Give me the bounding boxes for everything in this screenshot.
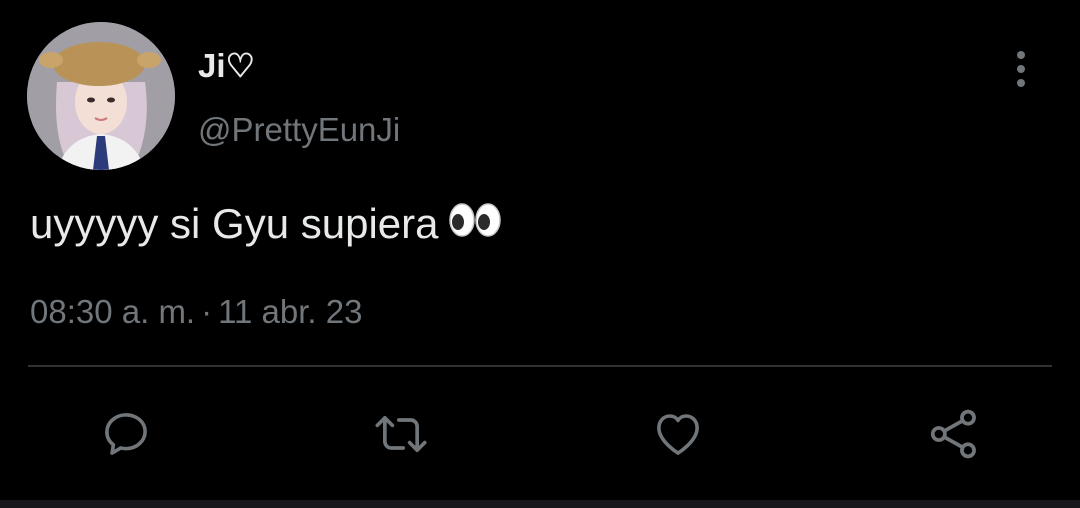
- tweet-text-content: uyyyyy si Gyu supiera: [30, 200, 439, 247]
- more-vertical-icon: [1017, 51, 1025, 87]
- share-button[interactable]: [926, 406, 982, 462]
- timestamp-separator: ·: [201, 293, 213, 330]
- like-button[interactable]: [650, 406, 706, 462]
- divider: [28, 365, 1052, 367]
- avatar-image: [27, 22, 175, 170]
- retweet-icon: [375, 416, 427, 452]
- tweet-text: uyyyyy si Gyu supiera: [30, 196, 502, 252]
- tweet-detail: Ji♡ @PrettyEunJi uyyyyy si Gyu supiera 0…: [0, 0, 1080, 508]
- tweet-time: 08:30 a. m.: [30, 293, 196, 330]
- display-name[interactable]: Ji♡: [198, 44, 255, 88]
- bottom-divider: [0, 500, 1080, 508]
- like-icon: [657, 414, 699, 455]
- more-options-button[interactable]: [1000, 48, 1042, 90]
- user-handle[interactable]: @PrettyEunJi: [198, 108, 400, 152]
- share-icon: [930, 409, 976, 459]
- avatar[interactable]: [27, 22, 175, 170]
- reply-button[interactable]: [98, 406, 154, 462]
- tweet-timestamp[interactable]: 08:30 a. m. · 11 abr. 23: [30, 290, 362, 334]
- eyes-emoji-icon: [448, 196, 502, 252]
- retweet-button[interactable]: [373, 406, 429, 462]
- reply-icon: [105, 413, 147, 455]
- tweet-date: 11 abr. 23: [218, 293, 363, 330]
